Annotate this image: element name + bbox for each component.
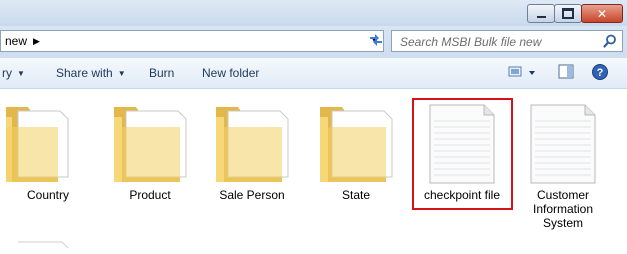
burn-button[interactable]: Burn [149, 66, 174, 80]
folder-icon [306, 97, 406, 187]
window-controls: ✕ [527, 4, 623, 23]
chevron-down-icon: ▼ [17, 69, 25, 78]
view-options-button[interactable] [508, 63, 538, 84]
file-list: Country Product Sale Person State checkp… [0, 89, 627, 250]
folder-icon [202, 97, 302, 187]
close-icon: ✕ [596, 6, 608, 21]
breadcrumb-arrow-icon[interactable]: ▶ [33, 36, 40, 47]
search-box[interactable] [391, 30, 623, 52]
item-label: Product [129, 188, 171, 202]
share-with-menu[interactable]: Share with ▼ [56, 66, 126, 80]
item-label: Country [26, 188, 70, 202]
command-toolbar: ry ▼ Share with ▼ Burn New folder ? [0, 58, 627, 89]
document-icon [513, 97, 613, 187]
breadcrumb[interactable]: new [5, 34, 27, 48]
minimize-icon [536, 15, 546, 18]
item-label: State [341, 188, 371, 202]
help-button[interactable]: ? [591, 63, 609, 84]
search-icon[interactable] [603, 34, 617, 48]
share-with-label: Share with [56, 66, 113, 80]
item-label: Customer Information System [532, 188, 594, 230]
close-button[interactable]: ✕ [581, 4, 623, 23]
maximize-icon [562, 8, 574, 19]
item-label: Sale Person [219, 188, 285, 202]
document-icon [14, 239, 74, 254]
chevron-down-icon: ▼ [117, 69, 126, 78]
preview-pane-button[interactable] [557, 63, 575, 84]
maximize-button[interactable] [554, 4, 582, 23]
selection-highlight-box [412, 98, 513, 210]
title-bar: ✕ [0, 0, 627, 26]
folder-icon [100, 97, 200, 187]
folder-icon [0, 97, 98, 187]
address-bar[interactable]: new ▶ ▼ [0, 30, 384, 52]
refresh-button[interactable] [365, 30, 387, 50]
search-input[interactable] [398, 32, 602, 52]
organize-label: ry [2, 66, 12, 80]
new-folder-button[interactable]: New folder [202, 66, 259, 80]
preview-pane-icon [558, 64, 574, 79]
organize-menu[interactable]: ry ▼ [2, 66, 25, 80]
minimize-button[interactable] [527, 4, 555, 23]
help-icon: ? [592, 64, 608, 80]
svg-text:?: ? [597, 67, 604, 79]
view-icon [508, 66, 535, 77]
refresh-icon [370, 34, 382, 46]
